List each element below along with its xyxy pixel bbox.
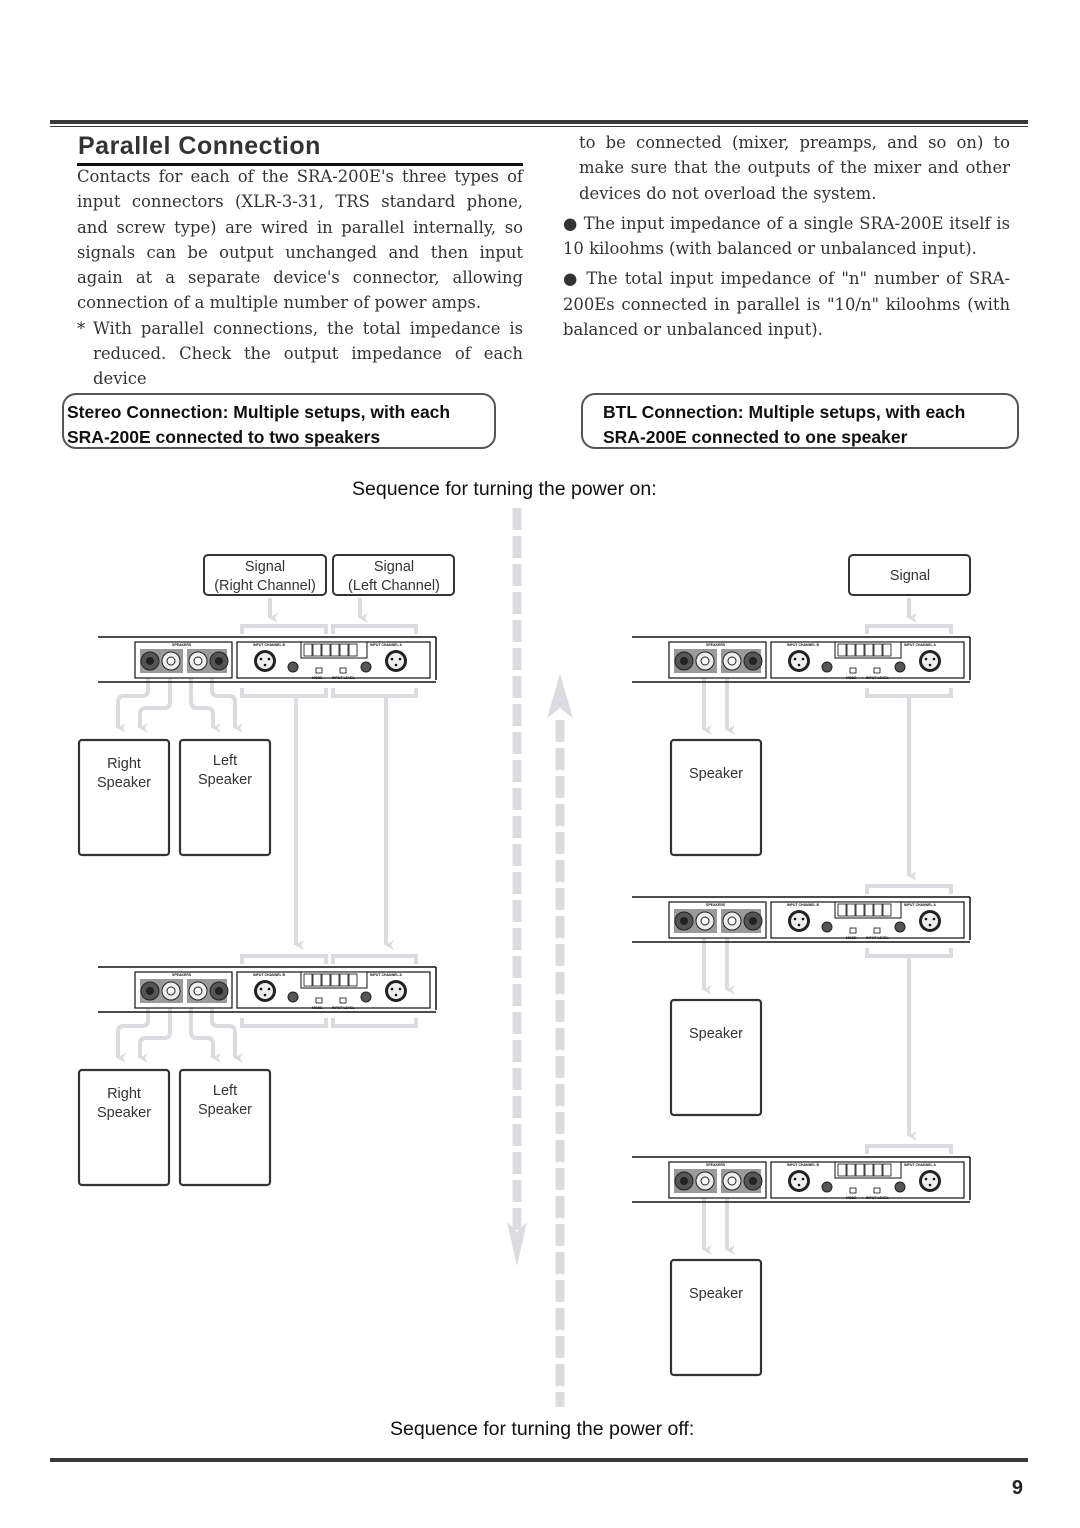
btl-speaker-box <box>669 998 763 1117</box>
btl-speaker-box <box>669 738 763 857</box>
amplifier-rear-panel <box>97 966 437 1013</box>
amplifier-rear-panel <box>631 1156 971 1203</box>
amplifier-rear-panel <box>97 636 437 683</box>
amplifier-rear-panel <box>631 636 971 683</box>
page-number: 9 <box>1011 1477 1023 1499</box>
right-speaker-line1: Right <box>107 1086 141 1102</box>
signal-left-line1: Signal <box>374 559 414 575</box>
power-up-arrow-icon <box>547 674 573 718</box>
btl-speaker-box <box>669 1258 763 1377</box>
right-speaker-line1: Right <box>107 756 141 772</box>
btl-signal-label: Signal <box>890 568 930 584</box>
btl-speaker-label: Speaker <box>689 1026 743 1042</box>
btl-speaker-label: Speaker <box>689 1286 743 1302</box>
signal-right-line2: (Right Channel) <box>214 578 316 594</box>
amplifier-rear-panel <box>631 896 971 943</box>
left-speaker-line1: Left <box>213 1083 237 1099</box>
right-speaker-line2: Speaker <box>97 775 151 791</box>
left-speaker-line1: Left <box>213 753 237 769</box>
connection-diagram: SPEAKERS MODE INPUT LEVEL INPUT CHANNEL … <box>77 508 971 1407</box>
right-speaker-line2: Speaker <box>97 1105 151 1121</box>
bottom-rule <box>50 1458 1028 1462</box>
signal-left-line2: (Left Channel) <box>348 578 440 594</box>
left-speaker-line2: Speaker <box>198 772 252 788</box>
btl-speaker-label: Speaker <box>689 766 743 782</box>
left-speaker-line2: Speaker <box>198 1102 252 1118</box>
signal-right-line1: Signal <box>245 559 285 575</box>
